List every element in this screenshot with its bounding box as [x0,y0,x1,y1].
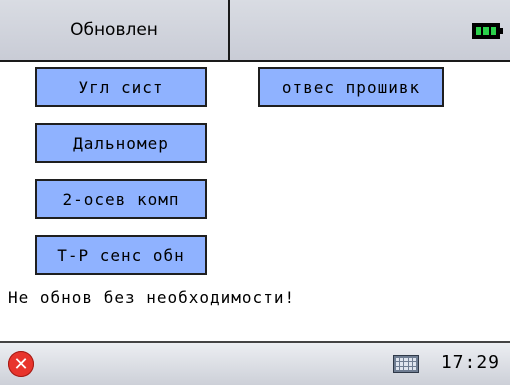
angle-system-button[interactable]: Угл сист [35,67,207,107]
page-title: Обновлен [0,0,230,60]
keyboard-icon[interactable] [393,355,419,373]
taskbar: ✕ 17:29 [0,341,510,385]
clock: 17:29 [440,352,500,373]
top-bar: Обновлен [0,0,510,62]
tp-sensor-update-button[interactable]: T-P сенс обн [35,235,207,275]
two-axis-compensator-button[interactable]: 2-осев комп [35,179,207,219]
warning-text: Не обнов без необходимости! [8,288,296,307]
close-icon[interactable]: ✕ [8,351,34,377]
plumb-firmware-button[interactable]: отвес прошивк [258,67,444,107]
battery-icon [472,23,503,39]
rangefinder-button[interactable]: Дальномер [35,123,207,163]
